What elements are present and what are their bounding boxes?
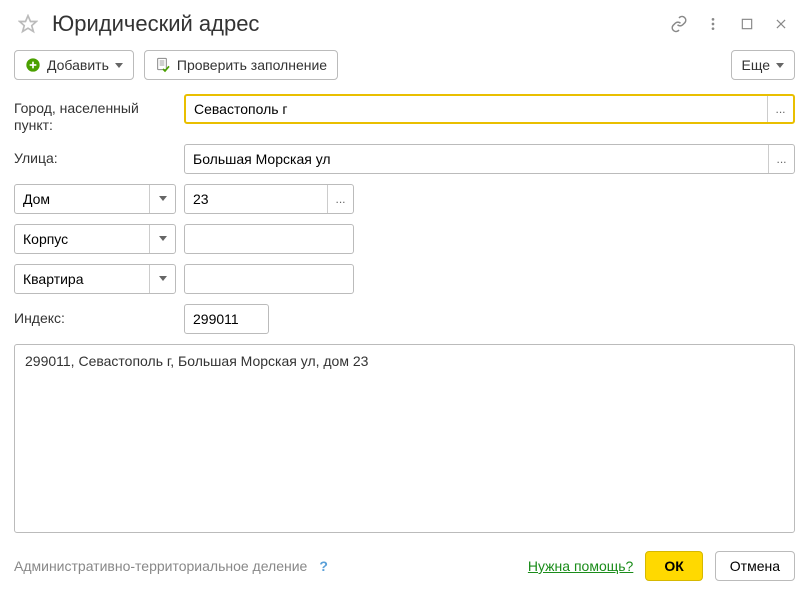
apartment-input[interactable]	[185, 265, 353, 293]
zip-row: Индекс:	[14, 304, 795, 334]
zip-input[interactable]	[184, 304, 269, 334]
cancel-button[interactable]: Отмена	[715, 551, 795, 581]
plus-circle-icon	[25, 57, 41, 73]
caret-down-icon	[159, 196, 167, 201]
add-button[interactable]: Добавить	[14, 50, 134, 80]
footer: Административно-территориальное деление …	[14, 551, 795, 581]
address-summary[interactable]	[14, 344, 795, 533]
house-input-wrap: ...	[184, 184, 354, 214]
favorite-star-icon[interactable]	[14, 10, 42, 38]
kebab-menu-icon[interactable]	[699, 10, 727, 38]
need-help-link[interactable]: Нужна помощь?	[528, 558, 633, 574]
check-fill-button-label: Проверить заполнение	[177, 57, 327, 73]
city-input[interactable]	[186, 96, 767, 122]
caret-down-icon	[776, 63, 784, 68]
admin-division-link[interactable]: Административно-территориальное деление	[14, 558, 307, 574]
building-input[interactable]	[185, 225, 353, 253]
city-row: Город, населенный пункт: ...	[14, 94, 795, 134]
help-icon[interactable]: ?	[319, 558, 328, 574]
city-input-wrap: ...	[184, 94, 795, 124]
apartment-type-text[interactable]	[15, 265, 149, 293]
apartment-input-wrap	[184, 264, 354, 294]
street-input[interactable]	[185, 145, 768, 173]
building-row	[14, 224, 795, 254]
house-type-text[interactable]	[15, 185, 149, 213]
document-check-icon	[155, 57, 171, 73]
maximize-icon[interactable]	[733, 10, 761, 38]
house-type-caret[interactable]	[149, 185, 175, 213]
caret-down-icon	[115, 63, 123, 68]
city-picker-button[interactable]: ...	[767, 96, 793, 122]
titlebar: Юридический адрес	[14, 10, 795, 38]
house-row: ...	[14, 184, 795, 214]
house-input[interactable]	[185, 185, 327, 213]
street-input-wrap: ...	[184, 144, 795, 174]
apartment-type-caret[interactable]	[149, 265, 175, 293]
house-picker-button[interactable]: ...	[327, 185, 353, 213]
close-icon[interactable]	[767, 10, 795, 38]
apartment-row	[14, 264, 795, 294]
zip-label: Индекс:	[14, 304, 176, 327]
ok-button[interactable]: ОК	[645, 551, 702, 581]
caret-down-icon	[159, 236, 167, 241]
caret-down-icon	[159, 276, 167, 281]
add-button-label: Добавить	[47, 57, 109, 73]
more-button-label: Еще	[742, 57, 771, 73]
building-type-caret[interactable]	[149, 225, 175, 253]
house-type-select[interactable]	[14, 184, 176, 214]
toolbar: Добавить Проверить заполнение Еще	[14, 50, 795, 80]
more-button[interactable]: Еще	[731, 50, 796, 80]
link-icon[interactable]	[665, 10, 693, 38]
building-type-select[interactable]	[14, 224, 176, 254]
street-row: Улица: ...	[14, 144, 795, 174]
street-picker-button[interactable]: ...	[768, 145, 794, 173]
city-label: Город, населенный пункт:	[14, 94, 176, 134]
apartment-type-select[interactable]	[14, 264, 176, 294]
window-title: Юридический адрес	[52, 11, 659, 37]
check-fill-button[interactable]: Проверить заполнение	[144, 50, 338, 80]
building-type-text[interactable]	[15, 225, 149, 253]
street-label: Улица:	[14, 144, 176, 167]
building-input-wrap	[184, 224, 354, 254]
